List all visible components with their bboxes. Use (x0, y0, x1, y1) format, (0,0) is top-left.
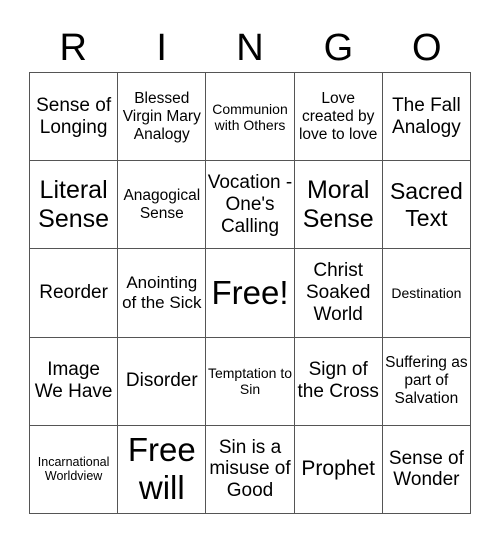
header-letter: N (236, 27, 264, 69)
bingo-cell-text: Christ Soaked World (305, 260, 371, 325)
bingo-cell[interactable]: Blessed Virgin Mary Analogy (118, 73, 207, 162)
bingo-cell-text: Reorder (39, 282, 108, 304)
header-letter: G (323, 27, 354, 69)
header-letter: O (412, 27, 442, 69)
bingo-cell[interactable]: Sin is a misuse of Good (206, 425, 295, 514)
bingo-cell-text: Suffering as part of Salvation (385, 354, 468, 408)
bingo-cell[interactable]: Sense of Longing (30, 73, 119, 162)
bingo-cell-text: Temptation to Sin (207, 365, 293, 398)
bingo-cell-text: The Fall Analogy (392, 94, 461, 138)
bingo-cell[interactable]: Destination (382, 249, 471, 338)
bingo-cell[interactable]: Free will (118, 425, 207, 514)
bingo-cell-text: Moral Sense (302, 176, 374, 233)
bingo-cell[interactable]: Sacred Text (382, 161, 471, 250)
bingo-cell-text: Free will (127, 431, 196, 507)
bingo-cell[interactable]: Literal Sense (30, 161, 119, 250)
bingo-cell[interactable]: Suffering as part of Salvation (382, 337, 471, 426)
bingo-cell-text: Disorder (125, 370, 198, 392)
bingo-cell-text: Image We Have (34, 359, 113, 403)
bingo-cell-text: Destination (391, 284, 462, 301)
bingo-cell[interactable]: Vocation - One's Calling (206, 161, 295, 250)
header-letter: I (156, 27, 167, 69)
bingo-cell-text: Sense of Wonder (388, 447, 464, 491)
bingo-cell[interactable]: Reorder (30, 249, 119, 338)
bingo-cell-text: Sense of Longing (36, 94, 112, 138)
bingo-cell[interactable]: The Fall Analogy (382, 73, 471, 162)
bingo-cell[interactable]: Incarnational Worldview (30, 425, 119, 514)
bingo-cell-text: Love created by love to love (298, 89, 378, 143)
bingo-cell[interactable]: Anagogical Sense (118, 161, 207, 250)
bingo-grid: Sense of Longing Blessed Virgin Mary Anal… (29, 72, 471, 514)
bingo-cell-text: Blessed Virgin Mary Analogy (122, 89, 201, 143)
bingo-cell[interactable]: Sense of Wonder (382, 425, 471, 514)
bingo-header: R I N G O (29, 24, 471, 72)
bingo-cell-text: Sign of the Cross (297, 359, 379, 403)
bingo-cell-text: Prophet (301, 457, 375, 481)
bingo-cell-text: Sin is a misuse of Good (209, 436, 291, 502)
bingo-cell-text: Free! (211, 274, 289, 312)
bingo-cell-text: Anagogical Sense (123, 186, 201, 222)
bingo-cell[interactable]: Temptation to Sin (206, 337, 295, 426)
bingo-cell-text: Communion with Others (212, 100, 288, 133)
bingo-cell[interactable]: Christ Soaked World (294, 249, 383, 338)
header-letter: R (59, 27, 87, 69)
bingo-cell-text: Incarnational Worldview (37, 455, 110, 484)
bingo-cell[interactable]: Image We Have (30, 337, 119, 426)
bingo-cell-text: Anointing of the Sick (122, 273, 202, 312)
bingo-cell[interactable]: Disorder (118, 337, 207, 426)
bingo-cell[interactable]: Moral Sense (294, 161, 383, 250)
bingo-cell[interactable]: Sign of the Cross (294, 337, 383, 426)
bingo-cell-text: Sacred Text (389, 178, 463, 231)
bingo-cell[interactable]: Free! (206, 249, 295, 338)
bingo-cell[interactable]: Communion with Others (206, 73, 295, 162)
bingo-cell[interactable]: Anointing of the Sick (118, 249, 207, 338)
bingo-cell[interactable]: Love created by love to love (294, 73, 383, 162)
bingo-cell-text: Vocation - One's Calling (207, 172, 293, 237)
bingo-cell-text: Literal Sense (38, 176, 110, 233)
bingo-cell[interactable]: Prophet (294, 425, 383, 514)
